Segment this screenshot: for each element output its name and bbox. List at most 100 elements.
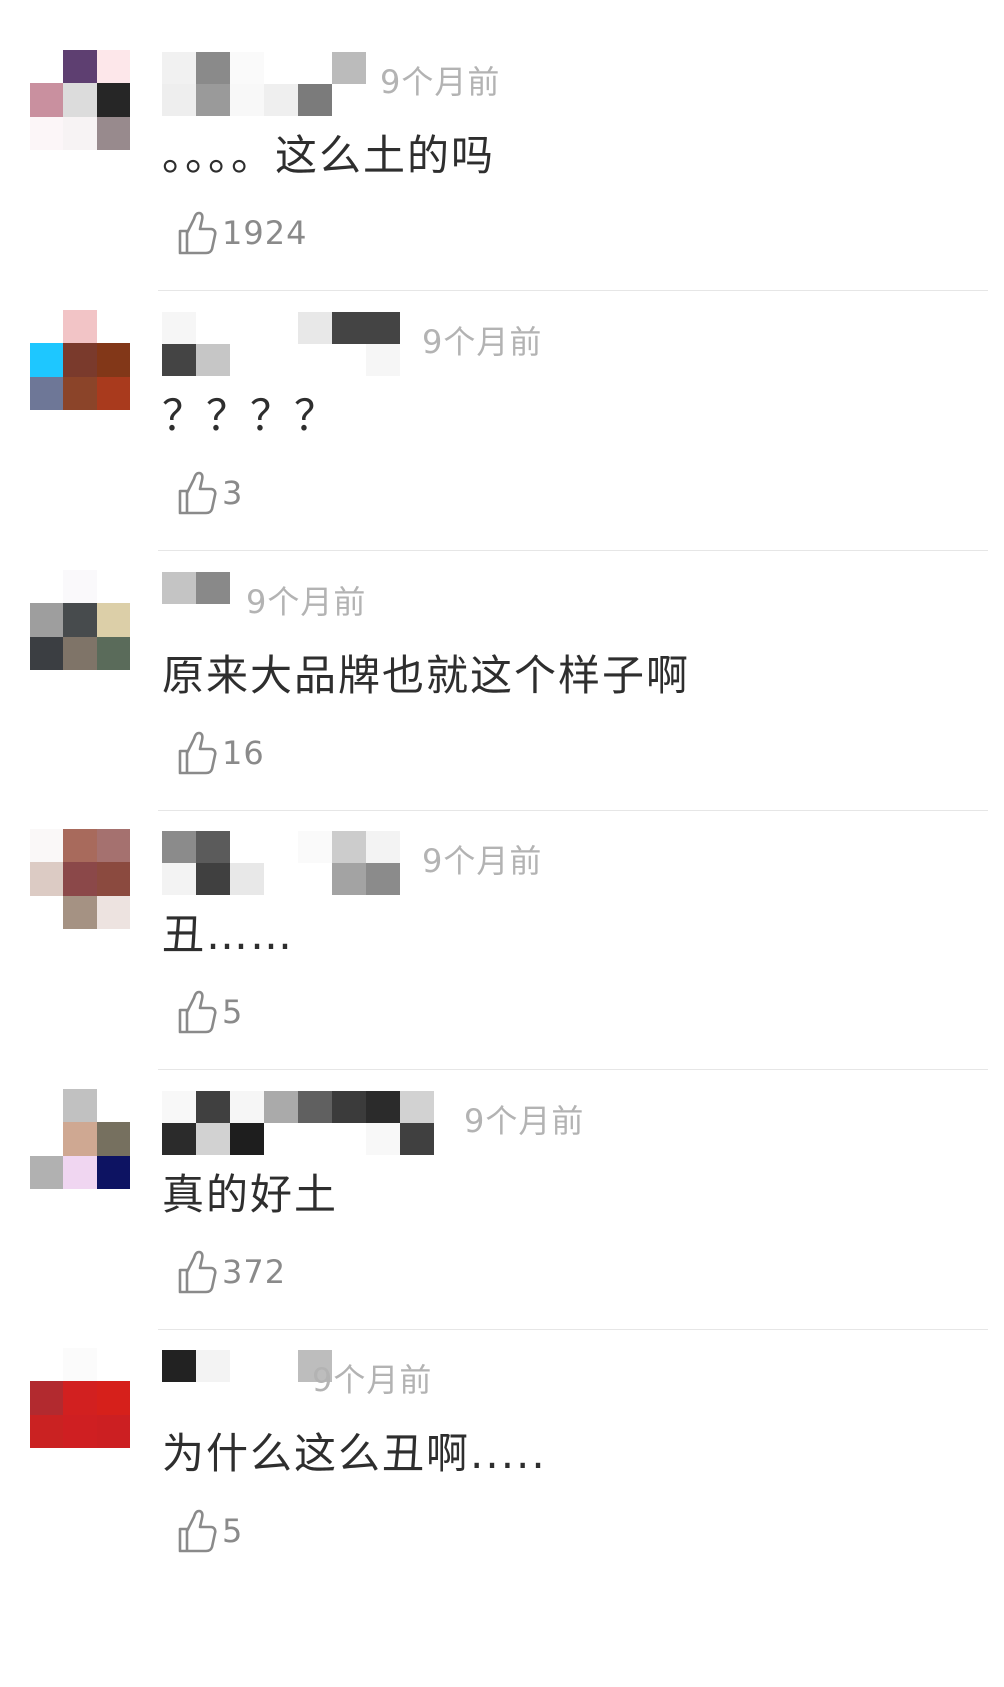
username-redaction-column (366, 312, 400, 376)
avatar-pixel (96, 83, 130, 117)
avatar[interactable] (30, 1348, 130, 1448)
avatar-pixel (30, 1122, 64, 1156)
username-redaction-block (332, 1123, 366, 1155)
like-button[interactable]: 3 (174, 468, 243, 518)
username-redaction-block (298, 1123, 332, 1155)
username-redacted[interactable] (162, 1350, 332, 1414)
username-redaction-column (264, 52, 298, 116)
username-redaction-block (230, 52, 264, 84)
avatar[interactable] (30, 50, 130, 150)
avatar-pixel (30, 116, 64, 150)
avatar-pixel (63, 1414, 97, 1448)
username-redaction-column (298, 312, 332, 376)
avatar[interactable] (30, 829, 130, 929)
username-redaction-column (196, 52, 230, 116)
avatar-pixel (63, 83, 97, 117)
username-redaction-column (230, 831, 264, 895)
username-redaction-block (230, 344, 264, 376)
comment-text: 为什么这么丑啊..... (162, 1429, 547, 1478)
username-redaction-block (196, 1091, 230, 1123)
thumbs-up-icon (178, 731, 217, 775)
avatar-pixel (96, 1155, 130, 1189)
avatar-pixel (96, 603, 130, 637)
like-count: 5 (222, 1512, 244, 1550)
username-redaction-block (162, 1123, 196, 1155)
username-redaction-block (366, 831, 400, 863)
username-redacted[interactable] (162, 312, 400, 376)
username-redaction-column (264, 312, 298, 376)
like-button[interactable]: 16 (174, 728, 265, 778)
username-redaction-block (332, 344, 366, 376)
username-redaction-column (298, 831, 332, 895)
thumbs-up-icon (178, 211, 217, 255)
like-button[interactable]: 372 (174, 1247, 286, 1297)
username-redacted[interactable] (162, 1091, 434, 1155)
avatar-pixel (30, 636, 64, 670)
thumbs-up-icon (178, 471, 217, 515)
avatar-pixel (63, 636, 97, 670)
username-redaction-block (264, 1091, 298, 1123)
username-redaction-block (196, 604, 230, 636)
username-redaction-column (366, 1091, 400, 1155)
avatar-pixel (30, 895, 64, 929)
avatar[interactable] (30, 310, 130, 410)
username-redaction-column (196, 572, 230, 636)
like-button[interactable]: 5 (174, 1506, 243, 1556)
username-redaction-block (162, 52, 196, 84)
comment-text: 真的好土 (162, 1170, 339, 1219)
avatar-pixel (63, 50, 97, 84)
avatar-pixel (96, 1089, 130, 1123)
username-redaction-column (162, 831, 196, 895)
avatar-pixel (63, 1155, 97, 1189)
comment-item: 9个月前 真的好土 372 (0, 1039, 1004, 1330)
username-redaction-block (196, 1382, 230, 1414)
username-redaction-column (332, 52, 366, 116)
username-redaction-block (264, 52, 298, 84)
avatar[interactable] (30, 1089, 130, 1189)
username-redaction-block (162, 604, 196, 636)
like-button[interactable]: 1924 (174, 208, 307, 258)
username-redaction-block (196, 1350, 230, 1382)
username-redaction-column (230, 52, 264, 116)
avatar-pixel (30, 1348, 64, 1382)
avatar-pixel (30, 829, 64, 863)
avatar-pixel (30, 1414, 64, 1448)
comment-time: 9个月前 (422, 842, 543, 880)
avatar-pixel (30, 1155, 64, 1189)
comment-text: 。。。。这么土的吗 (162, 131, 496, 180)
username-redaction-block (230, 312, 264, 344)
thumbs-up-icon (178, 1250, 217, 1294)
comment-time: 9个月前 (312, 1361, 433, 1399)
username-redaction-block (162, 312, 196, 344)
username-redaction-block (298, 1091, 332, 1123)
avatar-pixel (63, 116, 97, 150)
username-redaction-block (230, 84, 264, 116)
username-redacted[interactable] (162, 52, 366, 116)
avatar-pixel (30, 310, 64, 344)
username-redaction-block (264, 863, 298, 895)
avatar-pixel (30, 376, 64, 410)
like-button[interactable]: 5 (174, 987, 243, 1037)
username-redaction-block (400, 1123, 434, 1155)
avatar-pixel (96, 50, 130, 84)
like-count: 1924 (222, 214, 308, 252)
username-redaction-column (264, 1091, 298, 1155)
avatar-pixel (96, 116, 130, 150)
username-redaction-block (162, 863, 196, 895)
username-redaction-block (298, 344, 332, 376)
comment-time: 9个月前 (422, 323, 543, 361)
username-redaction-block (162, 1091, 196, 1123)
avatar-pixel (96, 1414, 130, 1448)
avatar-pixel (96, 570, 130, 604)
avatar-pixel (96, 829, 130, 863)
avatar-pixel (96, 636, 130, 670)
username-redaction-column (196, 1091, 230, 1155)
username-redacted[interactable] (162, 831, 400, 895)
avatar-pixel (30, 862, 64, 896)
username-redacted[interactable] (162, 572, 230, 636)
username-redaction-block (366, 1123, 400, 1155)
username-redaction-block (332, 863, 366, 895)
avatar-pixel (63, 570, 97, 604)
avatar[interactable] (30, 570, 130, 670)
comment-item: 9个月前 丑…… 5 (0, 779, 1004, 1070)
